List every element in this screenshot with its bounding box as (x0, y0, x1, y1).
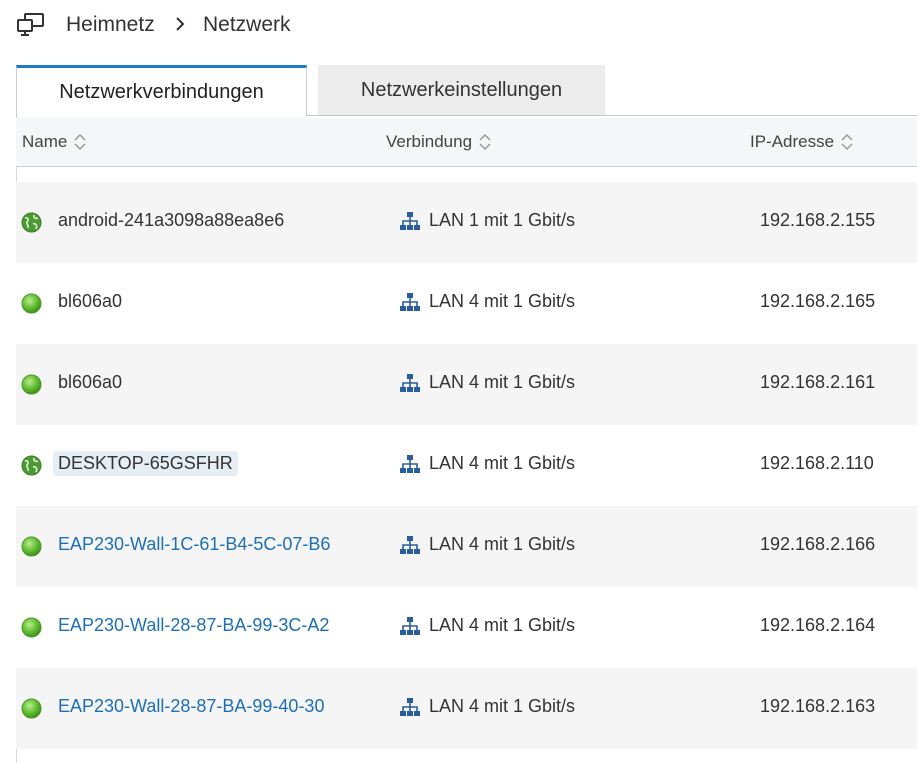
table-row[interactable]: bl606a0 LAN 4 mit 1 Gbit/s 192.168.2.161 (16, 344, 917, 425)
connection-cell: LAN 4 mit 1 Gbit/s (399, 453, 575, 474)
table-header: Name Verbindung IP-Adresse (16, 118, 917, 167)
ip-address: 192.168.2.110 (760, 453, 874, 473)
lan-icon (400, 373, 420, 392)
green-dot-icon (21, 617, 42, 638)
ip-address: 192.168.2.163 (760, 696, 876, 716)
connection-cell: LAN 4 mit 1 Gbit/s (399, 534, 575, 555)
connection-cell: LAN 4 mit 1 Gbit/s (399, 615, 575, 636)
lan-icon (400, 454, 420, 473)
green-dot-icon (21, 374, 42, 395)
lan-icon (400, 616, 420, 635)
tab-netzwerkeinstellungen[interactable]: Netzwerkeinstellungen (318, 65, 605, 115)
tab-netzwerkverbindungen[interactable]: Netzwerkverbindungen (16, 65, 307, 116)
ip-address: 192.168.2.166 (760, 534, 876, 554)
table-row[interactable]: EAP230-Wall-28-87-BA-99-3C-A2 LAN 4 mit … (16, 587, 917, 668)
chevron-right-icon (172, 13, 190, 35)
column-header-name-label: Name (22, 132, 68, 151)
sort-icon (74, 133, 86, 151)
device-name-link[interactable]: EAP230-Wall-28-87-BA-99-40-30 (58, 696, 324, 717)
connection-cell: LAN 1 mit 1 Gbit/s (399, 210, 575, 231)
network-devices-icon (16, 12, 46, 38)
lan-icon (400, 697, 420, 716)
device-name: bl606a0 (58, 291, 123, 311)
device-name: android-241a3098a88ea8e6 (58, 210, 285, 230)
connection-cell: LAN 4 mit 1 Gbit/s (399, 696, 575, 717)
sort-icon (479, 133, 491, 151)
connection-cell: LAN 4 mit 1 Gbit/s (399, 291, 575, 312)
ip-address: 192.168.2.165 (760, 291, 876, 311)
column-header-ip-label: IP-Adresse (750, 132, 835, 151)
green-dot-icon (21, 698, 42, 719)
connection-cell: LAN 4 mit 1 Gbit/s (399, 372, 575, 393)
device-name: bl606a0 (58, 372, 123, 392)
table-row[interactable]: EAP230-Wall-28-87-BA-99-40-30 LAN 4 mit … (16, 668, 917, 749)
connection-text: LAN 4 mit 1 Gbit/s (429, 453, 576, 473)
lan-icon (400, 211, 420, 230)
device-name[interactable]: DESKTOP-65GSFHR (53, 451, 238, 476)
table-row[interactable]: android-241a3098a88ea8e6 LAN 1 mit 1 Gbi… (16, 182, 917, 263)
connection-text: LAN 4 mit 1 Gbit/s (429, 372, 576, 392)
lan-icon (400, 535, 420, 554)
device-name-link[interactable]: EAP230-Wall-28-87-BA-99-3C-A2 (58, 615, 329, 636)
lan-icon (400, 292, 420, 311)
globe-icon (21, 212, 42, 233)
sort-icon (841, 133, 853, 151)
table-row[interactable]: EAP230-Wall-1C-61-B4-5C-07-B6 LAN 4 mit … (16, 506, 917, 587)
column-header-ip[interactable]: IP-Adresse (750, 132, 854, 152)
connection-text: LAN 4 mit 1 Gbit/s (429, 291, 576, 311)
globe-icon (21, 455, 42, 476)
connection-text: LAN 4 mit 1 Gbit/s (429, 534, 576, 554)
breadcrumb-home[interactable]: Heimnetz (66, 13, 155, 37)
connection-text: LAN 4 mit 1 Gbit/s (429, 696, 576, 716)
column-header-name[interactable]: Name (22, 132, 87, 152)
column-header-connection-label: Verbindung (386, 132, 473, 151)
ip-address: 192.168.2.161 (760, 372, 876, 392)
table-row[interactable]: DESKTOP-65GSFHR LAN 4 mit 1 Gbit/s 192.1… (16, 425, 917, 506)
device-name-link[interactable]: EAP230-Wall-1C-61-B4-5C-07-B6 (58, 534, 330, 555)
connection-text: LAN 4 mit 1 Gbit/s (429, 615, 576, 635)
column-header-connection[interactable]: Verbindung (386, 132, 492, 152)
green-dot-icon (21, 536, 42, 557)
top-bar: Heimnetz Netzwerk (0, 0, 917, 52)
table-row[interactable]: bl606a0 LAN 4 mit 1 Gbit/s 192.168.2.165 (16, 263, 917, 344)
ip-address: 192.168.2.155 (760, 210, 876, 230)
breadcrumb-current: Netzwerk (203, 13, 291, 36)
connection-text: LAN 1 mit 1 Gbit/s (429, 210, 576, 230)
green-dot-icon (21, 293, 42, 314)
ip-address: 192.168.2.164 (760, 615, 876, 635)
